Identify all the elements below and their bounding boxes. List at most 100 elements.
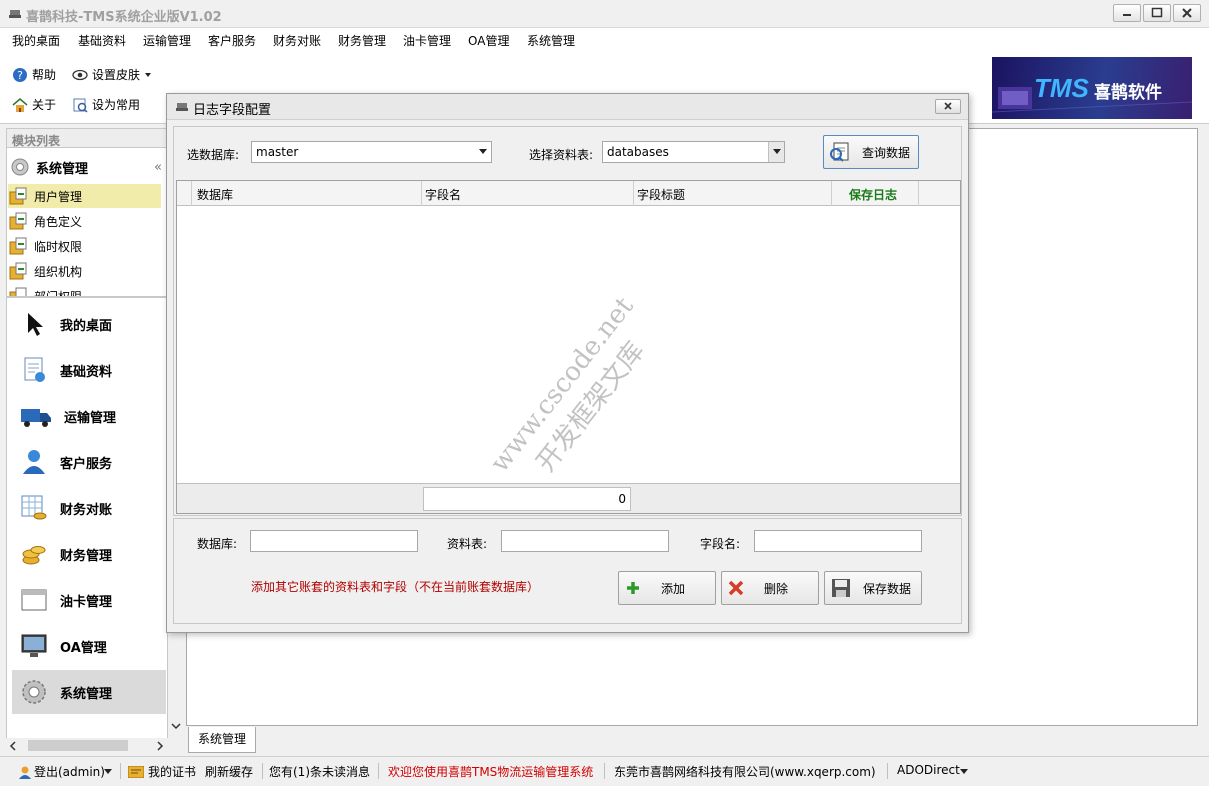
menu-item-finance-manage[interactable]: 财务管理 <box>338 32 386 49</box>
menu-item-customer-service[interactable]: 客户服务 <box>208 32 256 49</box>
menu-item-system[interactable]: 系统管理 <box>527 32 575 49</box>
dropdown-arrow-icon[interactable] <box>475 142 491 162</box>
db-select-label: 选数据库: <box>187 148 240 162</box>
app-icon <box>8 7 22 20</box>
sidebar-subitem-dept-permission-clipped[interactable]: 部门权限 <box>8 284 161 296</box>
sidebar-subitem-user-management[interactable]: 用户管理 <box>8 184 161 208</box>
column-header-field-name[interactable]: 字段名 <box>425 186 461 203</box>
dialog-close-button[interactable] <box>935 99 961 114</box>
user-module-icon <box>9 187 27 205</box>
dialog-title-bar[interactable]: 日志字段配置 <box>167 94 968 120</box>
column-header-database[interactable]: 数据库 <box>197 186 233 203</box>
user-module-icon <box>9 262 27 280</box>
menu-item-desktop[interactable]: 我的桌面 <box>12 32 60 49</box>
menu-item-finance-reconcile[interactable]: 财务对账 <box>273 32 321 49</box>
nav-label: 系统管理 <box>60 686 113 702</box>
welcome-message: 欢迎您使用喜鹊TMS物流运输管理系统 <box>388 765 594 779</box>
query-data-button[interactable]: 查询数据 <box>823 135 919 169</box>
column-header-save-log[interactable]: 保存日志 <box>849 186 897 203</box>
user-icon <box>19 766 31 779</box>
sidebar-subitem-organization[interactable]: 组织机构 <box>8 259 161 283</box>
cursor-arrow-icon <box>28 313 43 336</box>
db-field-label: 数据库: <box>197 537 238 551</box>
table-select[interactable]: databases <box>602 141 785 163</box>
sidebar-horizontal-scrollbar[interactable] <box>6 738 168 754</box>
add-label: 添加 <box>661 581 686 596</box>
field-name-label: 字段名: <box>700 537 741 551</box>
menu-item-basic-data[interactable]: 基础资料 <box>78 32 126 49</box>
svg-text:?: ? <box>17 69 23 82</box>
collapse-icon[interactable]: « <box>154 160 162 175</box>
save-data-button[interactable]: 保存数据 <box>824 571 922 605</box>
window-title: 喜鹊科技-TMS系统企业版V1.02 <box>26 10 222 25</box>
menu-item-transport[interactable]: 运输管理 <box>143 32 191 49</box>
sidebar-subitem-label: 组织机构 <box>34 264 83 279</box>
table-input[interactable] <box>501 530 669 552</box>
my-certificate-button[interactable]: 我的证书 <box>148 763 196 780</box>
column-header-field-title[interactable]: 字段标题 <box>637 186 685 203</box>
connection-mode[interactable]: ADODirect <box>897 763 960 777</box>
dialog-title: 日志字段配置 <box>193 103 272 118</box>
sidebar-subitem-label: 部门权限 <box>34 288 82 297</box>
dropdown-arrow-icon[interactable] <box>104 769 112 775</box>
nav-label: 油卡管理 <box>60 594 113 610</box>
close-button[interactable] <box>1173 4 1201 22</box>
set-favorite-button[interactable]: 设为常用 <box>72 96 140 113</box>
db-input[interactable] <box>250 530 418 552</box>
sidebar-group-system[interactable]: 系统管理 « <box>10 152 162 182</box>
menu-item-fuel-card[interactable]: 油卡管理 <box>403 32 451 49</box>
floppy-disk-icon <box>832 579 850 597</box>
scroll-thumb[interactable] <box>28 740 128 751</box>
delete-label: 删除 <box>764 581 789 596</box>
sidebar-header: 模块列表 <box>12 134 61 148</box>
nav-desktop[interactable]: 我的桌面 <box>12 302 166 346</box>
delete-button[interactable]: 删除 <box>721 571 819 605</box>
sidebar-subitem-temp-permission[interactable]: 临时权限 <box>8 234 161 258</box>
nav-fuel-card[interactable]: 油卡管理 <box>12 578 166 622</box>
nav-system[interactable]: 系统管理 <box>12 670 166 714</box>
logout-button[interactable]: 登出(admin) <box>34 763 105 780</box>
sidebar-splitter[interactable] <box>6 296 168 298</box>
nav-transport[interactable]: 运输管理 <box>12 394 166 438</box>
db-select[interactable]: master <box>251 141 492 163</box>
nav-label: 我的桌面 <box>60 318 113 334</box>
user-module-icon <box>9 212 27 230</box>
table-field-label: 资料表: <box>447 537 488 551</box>
tab-system-management[interactable]: 系统管理 <box>188 727 256 753</box>
field-name-input[interactable] <box>754 530 922 552</box>
table-select-label: 选择资料表: <box>529 148 594 162</box>
grid-footer: 0 <box>177 483 960 513</box>
about-button[interactable]: 关于 <box>12 96 56 113</box>
banner-brand: TMS <box>1034 73 1089 103</box>
person-icon <box>23 450 45 474</box>
scroll-left-icon <box>9 741 16 751</box>
monitor-icon <box>21 634 47 657</box>
help-button[interactable]: ? 帮助 <box>12 66 56 83</box>
sidebar-group-label: 系统管理 <box>36 161 89 177</box>
sidebar-subitem-label: 临时权限 <box>34 239 83 254</box>
favorite-page-icon <box>73 98 88 113</box>
db-select-value: master <box>256 145 299 159</box>
nav-finance-reconcile[interactable]: 财务对账 <box>12 486 166 530</box>
nav-label: 基础资料 <box>60 364 113 380</box>
set-favorite-label: 设为常用 <box>92 98 141 112</box>
maximize-button[interactable] <box>1143 4 1171 22</box>
nav-label: 财务管理 <box>60 548 113 564</box>
dropdown-arrow-icon[interactable] <box>960 769 968 775</box>
nav-customer-service[interactable]: 客户服务 <box>12 440 166 484</box>
dropdown-arrow-icon[interactable] <box>768 142 784 162</box>
minimize-button[interactable] <box>1113 4 1141 22</box>
skin-button[interactable]: 设置皮肤 <box>72 66 152 83</box>
nav-finance-manage[interactable]: 财务管理 <box>12 532 166 576</box>
menu-item-oa[interactable]: OA管理 <box>468 32 509 49</box>
unread-messages[interactable]: 您有(1)条未读消息 <box>269 763 370 780</box>
nav-oa[interactable]: OA管理 <box>12 624 166 668</box>
nav-basic-data[interactable]: 基础资料 <box>12 348 166 392</box>
sidebar-subitem-role-definition[interactable]: 角色定义 <box>8 209 161 233</box>
sidebar-subitem-dept-permission[interactable]: 部门权限 <box>8 284 161 296</box>
help-icon: ? <box>13 67 27 82</box>
scroll-right-icon <box>157 741 164 751</box>
add-button[interactable]: 添加 <box>618 571 716 605</box>
refresh-cache-button[interactable]: 刷新缓存 <box>205 763 253 780</box>
search-document-icon <box>830 142 849 162</box>
